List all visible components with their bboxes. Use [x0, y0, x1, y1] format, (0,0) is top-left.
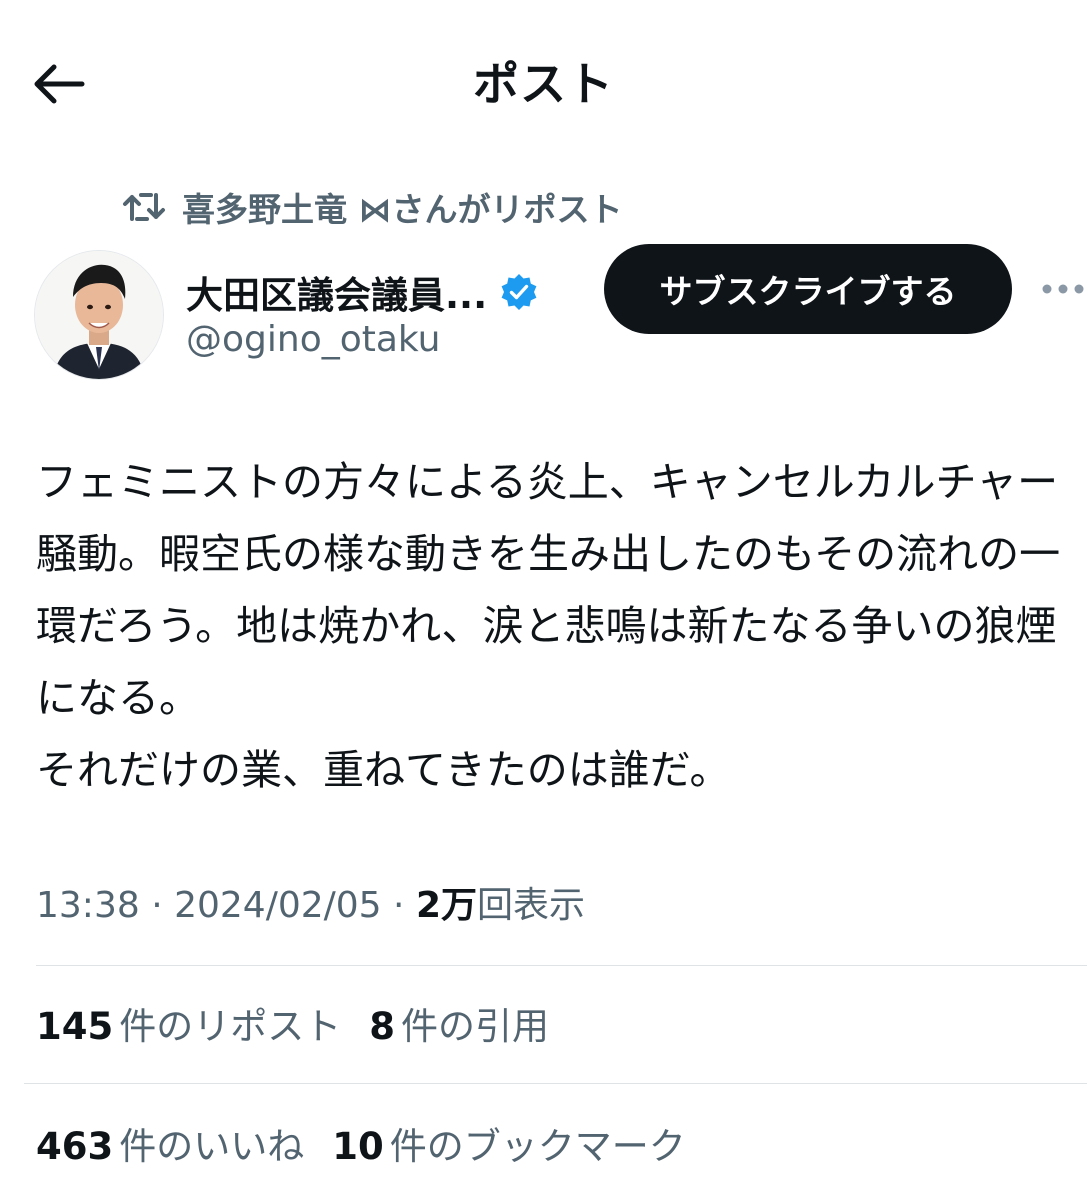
- more-horizontal-icon: [1042, 284, 1084, 294]
- quotes-label: 件の引用: [400, 1005, 549, 1048]
- author-name-row[interactable]: 大田区議会議員...: [186, 262, 539, 322]
- post-text: フェミニストの方々による炎上、キャンセルカルチャー騒動。暇空氏の様な動きを生み出…: [36, 458, 1061, 794]
- bookmarks-stat[interactable]: 10 件のブックマーク: [332, 1116, 686, 1170]
- top-bar: ポスト: [0, 40, 1087, 130]
- stats-row-engagement: 463 件のいいね 10 件のブックマーク: [36, 1116, 714, 1170]
- bookmarks-count: 10: [332, 1125, 384, 1168]
- quotes-stat[interactable]: 8 件の引用: [369, 996, 549, 1050]
- repost-icon: [123, 193, 165, 221]
- page-title: ポスト: [473, 57, 614, 111]
- meta-separator: ·: [151, 885, 175, 926]
- reposts-count: 145: [36, 1005, 114, 1048]
- post-meta: 13:38 · 2024/02/05 · 2万回表示: [36, 878, 585, 934]
- meta-separator: ·: [393, 885, 416, 926]
- post-date[interactable]: 2024/02/05: [174, 885, 382, 926]
- more-options-button[interactable]: [1040, 274, 1087, 304]
- bookmarks-label: 件のブックマーク: [389, 1125, 686, 1168]
- user-handle[interactable]: @ogino_otaku: [186, 316, 440, 364]
- subscribe-button[interactable]: サブスクライブする: [604, 244, 1012, 334]
- likes-stat[interactable]: 463 件のいいね: [36, 1116, 304, 1170]
- views-count: 2万: [415, 885, 477, 926]
- reposts-label: 件のリポスト: [119, 1005, 342, 1048]
- avatar[interactable]: [34, 250, 164, 380]
- likes-count: 463: [36, 1125, 114, 1168]
- quotes-count: 8: [369, 1005, 395, 1048]
- divider: [36, 965, 1087, 966]
- repost-context[interactable]: 喜多野土竜 ⋈さんがリポスト: [122, 182, 623, 232]
- divider: [24, 1083, 1087, 1084]
- avatar-image: [35, 251, 163, 379]
- stats-row-shares: 145 件のリポスト 8 件の引用: [36, 996, 577, 1050]
- repost-text: 喜多野土竜 ⋈さんがリポスト: [182, 190, 623, 229]
- reposts-stat[interactable]: 145 件のリポスト: [36, 996, 341, 1050]
- display-name[interactable]: 大田区議会議員...: [186, 265, 487, 319]
- verified-badge-icon: [501, 274, 537, 310]
- views-label: 回表示: [477, 885, 586, 926]
- post-time[interactable]: 13:38: [36, 885, 140, 926]
- likes-label: 件のいいね: [119, 1125, 305, 1168]
